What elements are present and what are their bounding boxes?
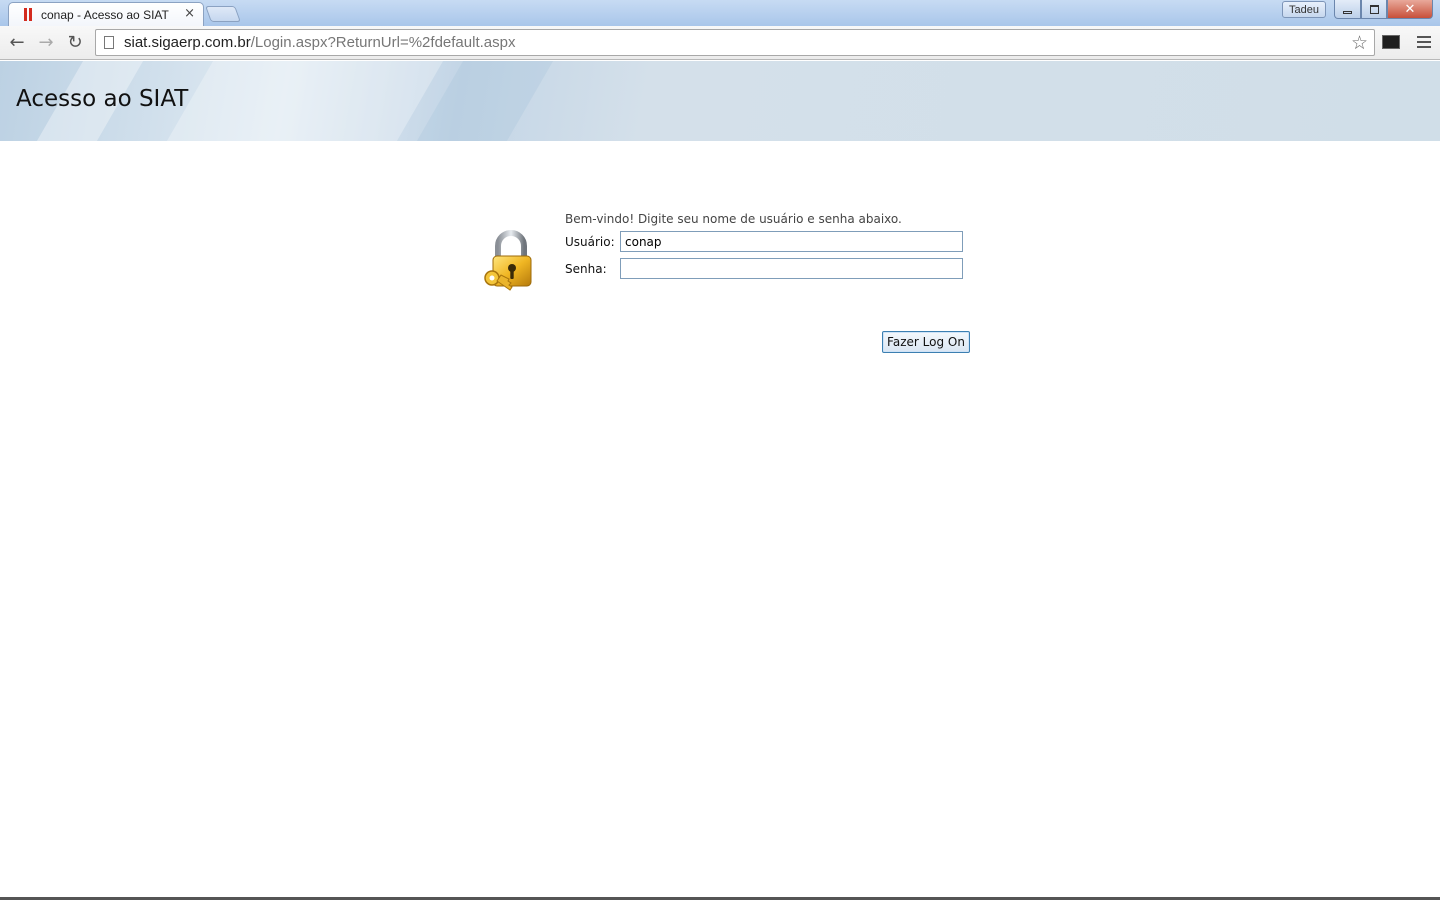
padlock-key-icon	[484, 230, 532, 291]
browser-menu-icon[interactable]	[1417, 34, 1431, 50]
password-label: Senha:	[565, 262, 607, 276]
menu-bar-line	[1417, 36, 1431, 38]
profile-button[interactable]: Tadeu	[1282, 1, 1326, 18]
reload-icon: ↻	[67, 31, 83, 53]
new-tab-button[interactable]	[205, 6, 241, 22]
maximize-button[interactable]	[1361, 0, 1387, 19]
address-url: siat.sigaerp.com.br/Login.aspx?ReturnUrl…	[124, 34, 515, 51]
close-tab-icon[interactable]: ×	[184, 6, 195, 21]
close-window-button[interactable]: ✕	[1387, 0, 1433, 19]
minimize-button[interactable]	[1334, 0, 1361, 19]
minimize-icon	[1343, 10, 1352, 14]
page-icon	[104, 36, 114, 49]
forward-arrow-icon: →	[38, 31, 54, 53]
back-arrow-icon: ←	[9, 31, 25, 53]
window-controls: ✕	[1334, 0, 1433, 19]
url-host: siat.sigaerp.com.br	[124, 34, 251, 51]
menu-bar-line	[1417, 46, 1431, 48]
header-stripe	[166, 61, 444, 141]
menu-bar-line	[1417, 41, 1431, 43]
page-header: Acesso ao SIAT	[0, 61, 1440, 141]
username-label: Usuário:	[565, 235, 615, 249]
page-title: Acesso ao SIAT	[16, 86, 189, 112]
back-button[interactable]: ←	[5, 30, 29, 54]
address-bar[interactable]: siat.sigaerp.com.br/Login.aspx?ReturnUrl…	[95, 29, 1375, 56]
browser-tab[interactable]: conap - Acesso ao SIAT ×	[8, 2, 204, 26]
welcome-message: Bem-vindo! Digite seu nome de usuário e …	[565, 212, 902, 226]
tab-title: conap - Acesso ao SIAT	[41, 7, 169, 22]
restore-icon	[1369, 4, 1379, 14]
url-path: /Login.aspx?ReturnUrl=%2fdefault.aspx	[250, 34, 516, 51]
bookmark-star-icon[interactable]: ☆	[1351, 32, 1368, 54]
siat-favicon-icon	[23, 8, 33, 21]
browser-titlebar: conap - Acesso ao SIAT × Tadeu ✕	[0, 0, 1440, 26]
reload-button[interactable]: ↻	[63, 30, 87, 54]
username-input[interactable]	[620, 231, 963, 252]
forward-button[interactable]: →	[34, 30, 58, 54]
browser-toolbar: ← → ↻ siat.sigaerp.com.br/Login.aspx?Ret…	[0, 26, 1440, 60]
login-button[interactable]: Fazer Log On	[882, 331, 970, 353]
header-stripe	[416, 61, 554, 141]
password-input[interactable]	[620, 258, 963, 279]
terminal-extension-icon[interactable]	[1382, 35, 1400, 49]
login-form: Bem-vindo! Digite seu nome de usuário e …	[480, 210, 980, 360]
